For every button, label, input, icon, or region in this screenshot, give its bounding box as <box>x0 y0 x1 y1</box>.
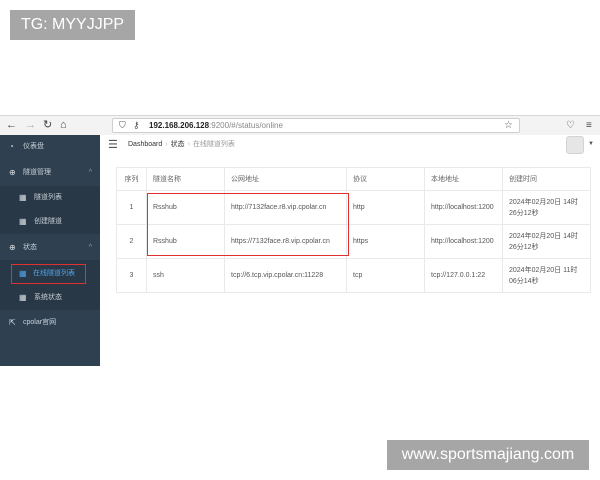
protocol: tcp <box>346 258 425 293</box>
row-number: 1 <box>116 190 147 225</box>
page-header: ☰ Dashboard › 状态 › 在线隧道列表 ▼ <box>100 135 600 158</box>
sidebar-item-create-tunnel[interactable]: ▦ 创建隧道 <box>0 210 100 234</box>
local-address: http://localhost:1200 <box>424 224 503 259</box>
sidebar-item-online-tunnels[interactable]: ▦ 在线隧道列表 <box>11 264 86 284</box>
protocol: https <box>346 224 425 259</box>
local-address: tcp://127.0.0.1:22 <box>424 258 503 293</box>
row-number: 2 <box>116 224 147 259</box>
sidebar-item-cpolar-site[interactable]: ⇱ cpolar官网 <box>0 311 100 335</box>
watermark-bottom: www.sportsmajiang.com <box>387 440 589 470</box>
chevron-up-icon: ^ <box>88 169 92 176</box>
shield-icon[interactable]: ⛉ <box>119 119 126 132</box>
column-header: 本地地址 <box>424 167 503 191</box>
tunnel-name: ssh <box>146 258 225 293</box>
column-header: 序列 <box>116 167 147 191</box>
created-time: 2024年02月20日 11时 06分14秒 <box>502 258 591 293</box>
column-header: 创建时间 <box>502 167 591 191</box>
browser-toolbar: ← → ↻ ⌂ ⛉ ⚷ 192.168.206.128:9200/#/statu… <box>0 115 600 136</box>
menu-icon[interactable]: ≡ <box>586 118 592 133</box>
row-number: 3 <box>116 258 147 293</box>
grid-icon: ▦ <box>19 217 27 226</box>
bookmark-star-icon[interactable]: ☆ <box>504 119 513 132</box>
breadcrumb: Dashboard › 状态 › 在线隧道列表 <box>128 141 235 148</box>
column-header: 公网地址 <box>224 167 347 191</box>
gauge-icon: ◔ <box>9 142 14 151</box>
breadcrumb-current: 在线隧道列表 <box>192 141 235 148</box>
column-header: 协议 <box>346 167 425 191</box>
grid-icon: ▦ <box>19 293 27 302</box>
breadcrumb-dashboard[interactable]: Dashboard <box>128 141 162 148</box>
hamburger-icon[interactable]: ☰ <box>108 137 118 153</box>
key-icon[interactable]: ⚷ <box>133 119 140 132</box>
sidebar-item-tunnel-management[interactable]: ⊕ 隧道管理 ^ <box>0 161 100 185</box>
url-text: 192.168.206.128:9200/#/status/online <box>149 121 283 130</box>
watermark-top: TG: MYYJJPP <box>10 10 135 40</box>
home-icon[interactable]: ⌂ <box>60 118 67 133</box>
add-circle-icon: ⊕ <box>9 243 16 252</box>
external-link-icon: ⇱ <box>9 318 16 327</box>
sidebar-item-dashboard[interactable]: ◔ 仪表盘 <box>0 135 100 159</box>
add-circle-icon: ⊕ <box>9 168 16 177</box>
public-url[interactable]: tcp://6.tcp.vip.cpolar.cn:11228 <box>224 258 347 293</box>
chevron-up-icon: ^ <box>88 244 92 251</box>
column-header: 隧道名称 <box>146 167 225 191</box>
sidebar-item-status[interactable]: ⊕ 状态 ^ <box>0 236 100 260</box>
reload-icon[interactable]: ↻ <box>43 118 52 133</box>
grid-icon: ▦ <box>19 193 27 202</box>
forward-icon[interactable]: → <box>25 118 36 133</box>
highlight-box <box>147 193 349 256</box>
breadcrumb-status[interactable]: 状态 <box>171 141 185 148</box>
local-address: http://localhost:1200 <box>424 190 503 225</box>
table-header-row: 序列 隧道名称 公网地址 协议 本地地址 创建时间 <box>116 167 591 191</box>
pocket-icon[interactable]: ♡ <box>566 118 575 133</box>
avatar[interactable] <box>566 136 584 154</box>
created-time: 2024年02月20日 14时 26分12秒 <box>502 224 591 259</box>
sidebar-item-system-status[interactable]: ▦ 系统状态 <box>0 286 100 310</box>
protocol: http <box>346 190 425 225</box>
caret-down-icon[interactable]: ▼ <box>588 141 594 147</box>
created-time: 2024年02月20日 14时 26分12秒 <box>502 190 591 225</box>
sidebar-item-tunnel-list[interactable]: ▦ 隧道列表 <box>0 186 100 210</box>
table-row: 3 ssh tcp://6.tcp.vip.cpolar.cn:11228 tc… <box>116 258 591 293</box>
grid-icon: ▦ <box>19 269 27 278</box>
url-bar[interactable]: ⛉ ⚷ 192.168.206.128:9200/#/status/online… <box>112 118 520 133</box>
back-icon[interactable]: ← <box>6 118 17 133</box>
